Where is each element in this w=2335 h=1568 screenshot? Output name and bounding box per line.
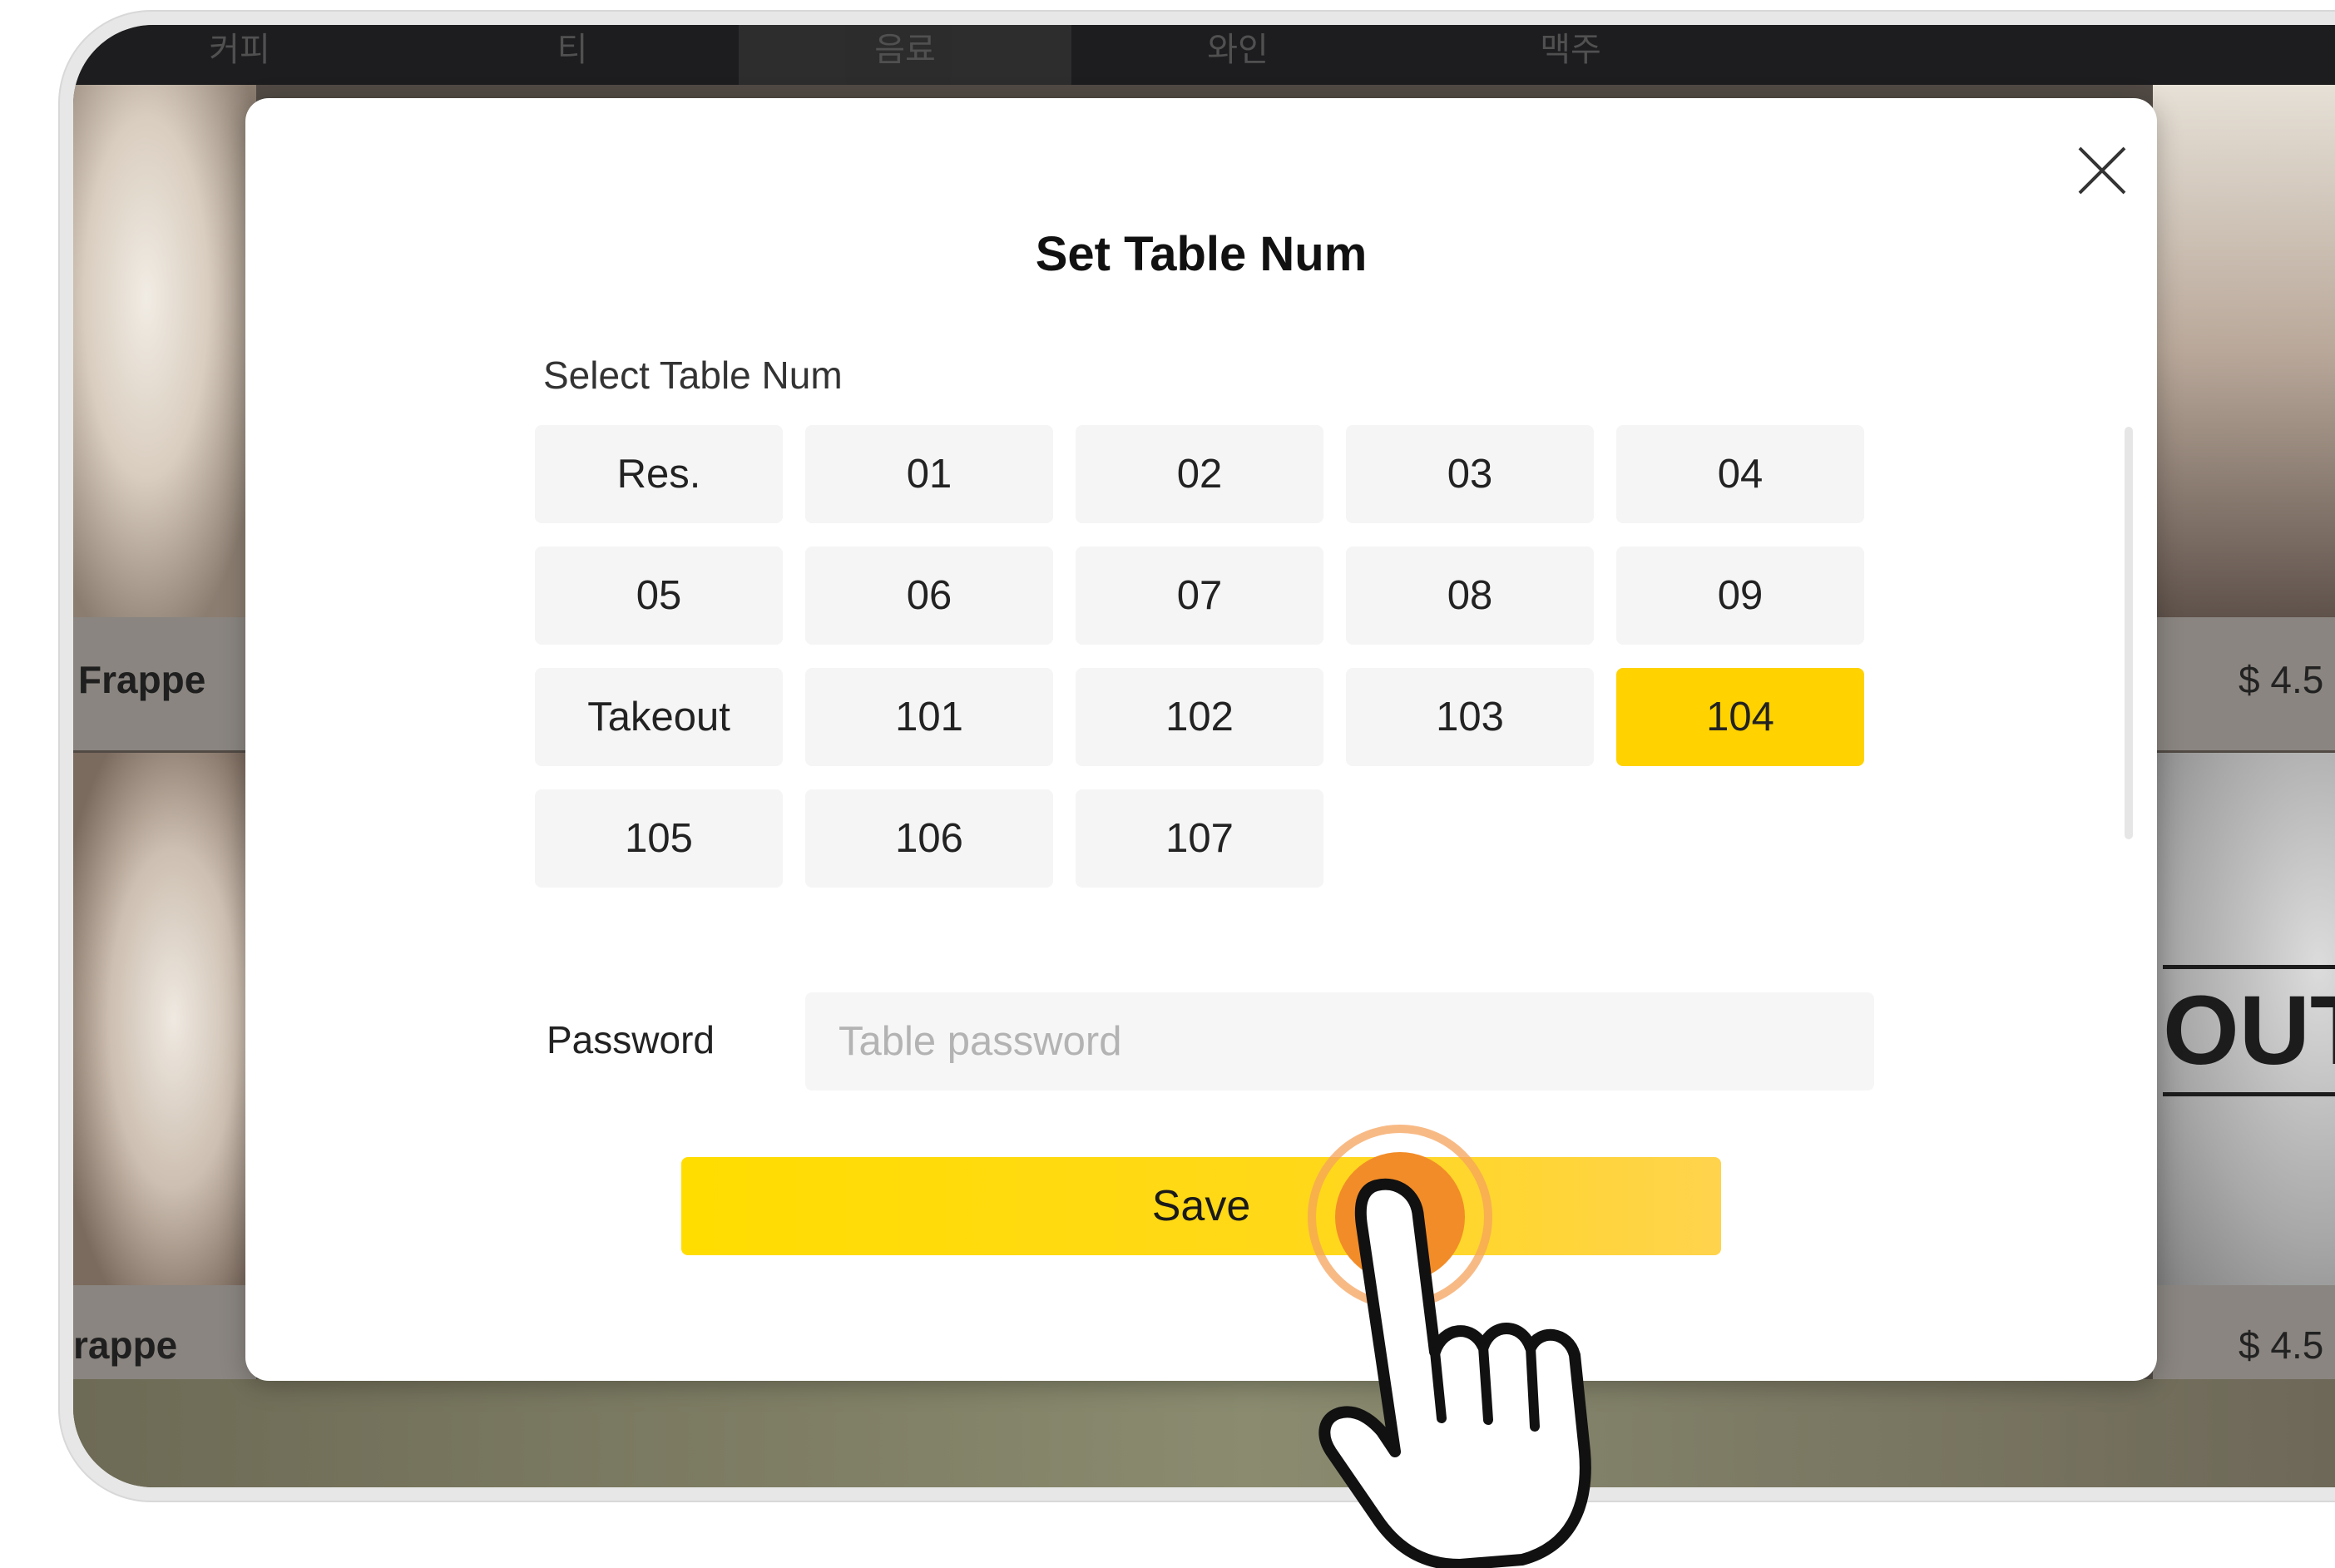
tab-drinks[interactable]: 음료	[739, 25, 1071, 85]
table-option[interactable]: 03	[1346, 425, 1594, 523]
table-option[interactable]: 107	[1076, 789, 1323, 888]
table-option[interactable]: 102	[1076, 668, 1323, 766]
table-option[interactable]: 04	[1616, 425, 1864, 523]
table-option[interactable]: 02	[1076, 425, 1323, 523]
table-option[interactable]: 101	[805, 668, 1053, 766]
menu-card-image	[73, 753, 256, 1285]
table-option[interactable]: Takeout	[535, 668, 783, 766]
tab-tea[interactable]: 티	[406, 25, 739, 85]
close-icon[interactable]	[2063, 131, 2141, 210]
table-option[interactable]: 07	[1076, 547, 1323, 645]
table-option[interactable]: Res.	[535, 425, 783, 523]
takeout-stamp: OUT	[2163, 965, 2335, 1096]
menu-card-name: Frappe	[78, 658, 206, 701]
tab-beer[interactable]: 맥주	[1404, 25, 1737, 85]
table-option[interactable]: 01	[805, 425, 1053, 523]
table-option[interactable]: 104	[1616, 668, 1864, 766]
table-option[interactable]: 08	[1346, 547, 1594, 645]
menu-card-name: rappe	[73, 1323, 178, 1367]
table-option[interactable]: 105	[535, 789, 783, 888]
password-input[interactable]	[805, 992, 1874, 1091]
set-table-modal: Set Table Num Select Table Num Res. 01 0…	[245, 98, 2157, 1381]
modal-title: Set Table Num	[1035, 227, 1368, 281]
password-label: Password	[547, 1018, 715, 1061]
menu-card-image	[73, 85, 256, 617]
tab-coffee[interactable]: 커피	[73, 25, 406, 85]
table-option[interactable]: 06	[805, 547, 1053, 645]
table-grid: Res. 01 02 03 04 05 06 07 08 09 Takeout …	[535, 425, 1874, 888]
table-list-scrollbar[interactable]	[2125, 427, 2133, 839]
tab-wine[interactable]: 와인	[1071, 25, 1404, 85]
menu-card-price: $ 4.5	[2239, 658, 2324, 701]
table-option[interactable]: 103	[1346, 668, 1594, 766]
category-tabs: 커피 티 음료 와인 맥주	[73, 25, 2335, 85]
table-option[interactable]: 09	[1616, 547, 1864, 645]
menu-card-price: $ 4.5	[2239, 1323, 2324, 1367]
table-option[interactable]: 05	[535, 547, 783, 645]
select-table-label: Select Table Num	[543, 354, 843, 397]
pointing-hand-icon	[1318, 1178, 1591, 1568]
table-option[interactable]: 106	[805, 789, 1053, 888]
background-bottom-row	[73, 1379, 2335, 1487]
menu-card-image	[2153, 85, 2335, 617]
